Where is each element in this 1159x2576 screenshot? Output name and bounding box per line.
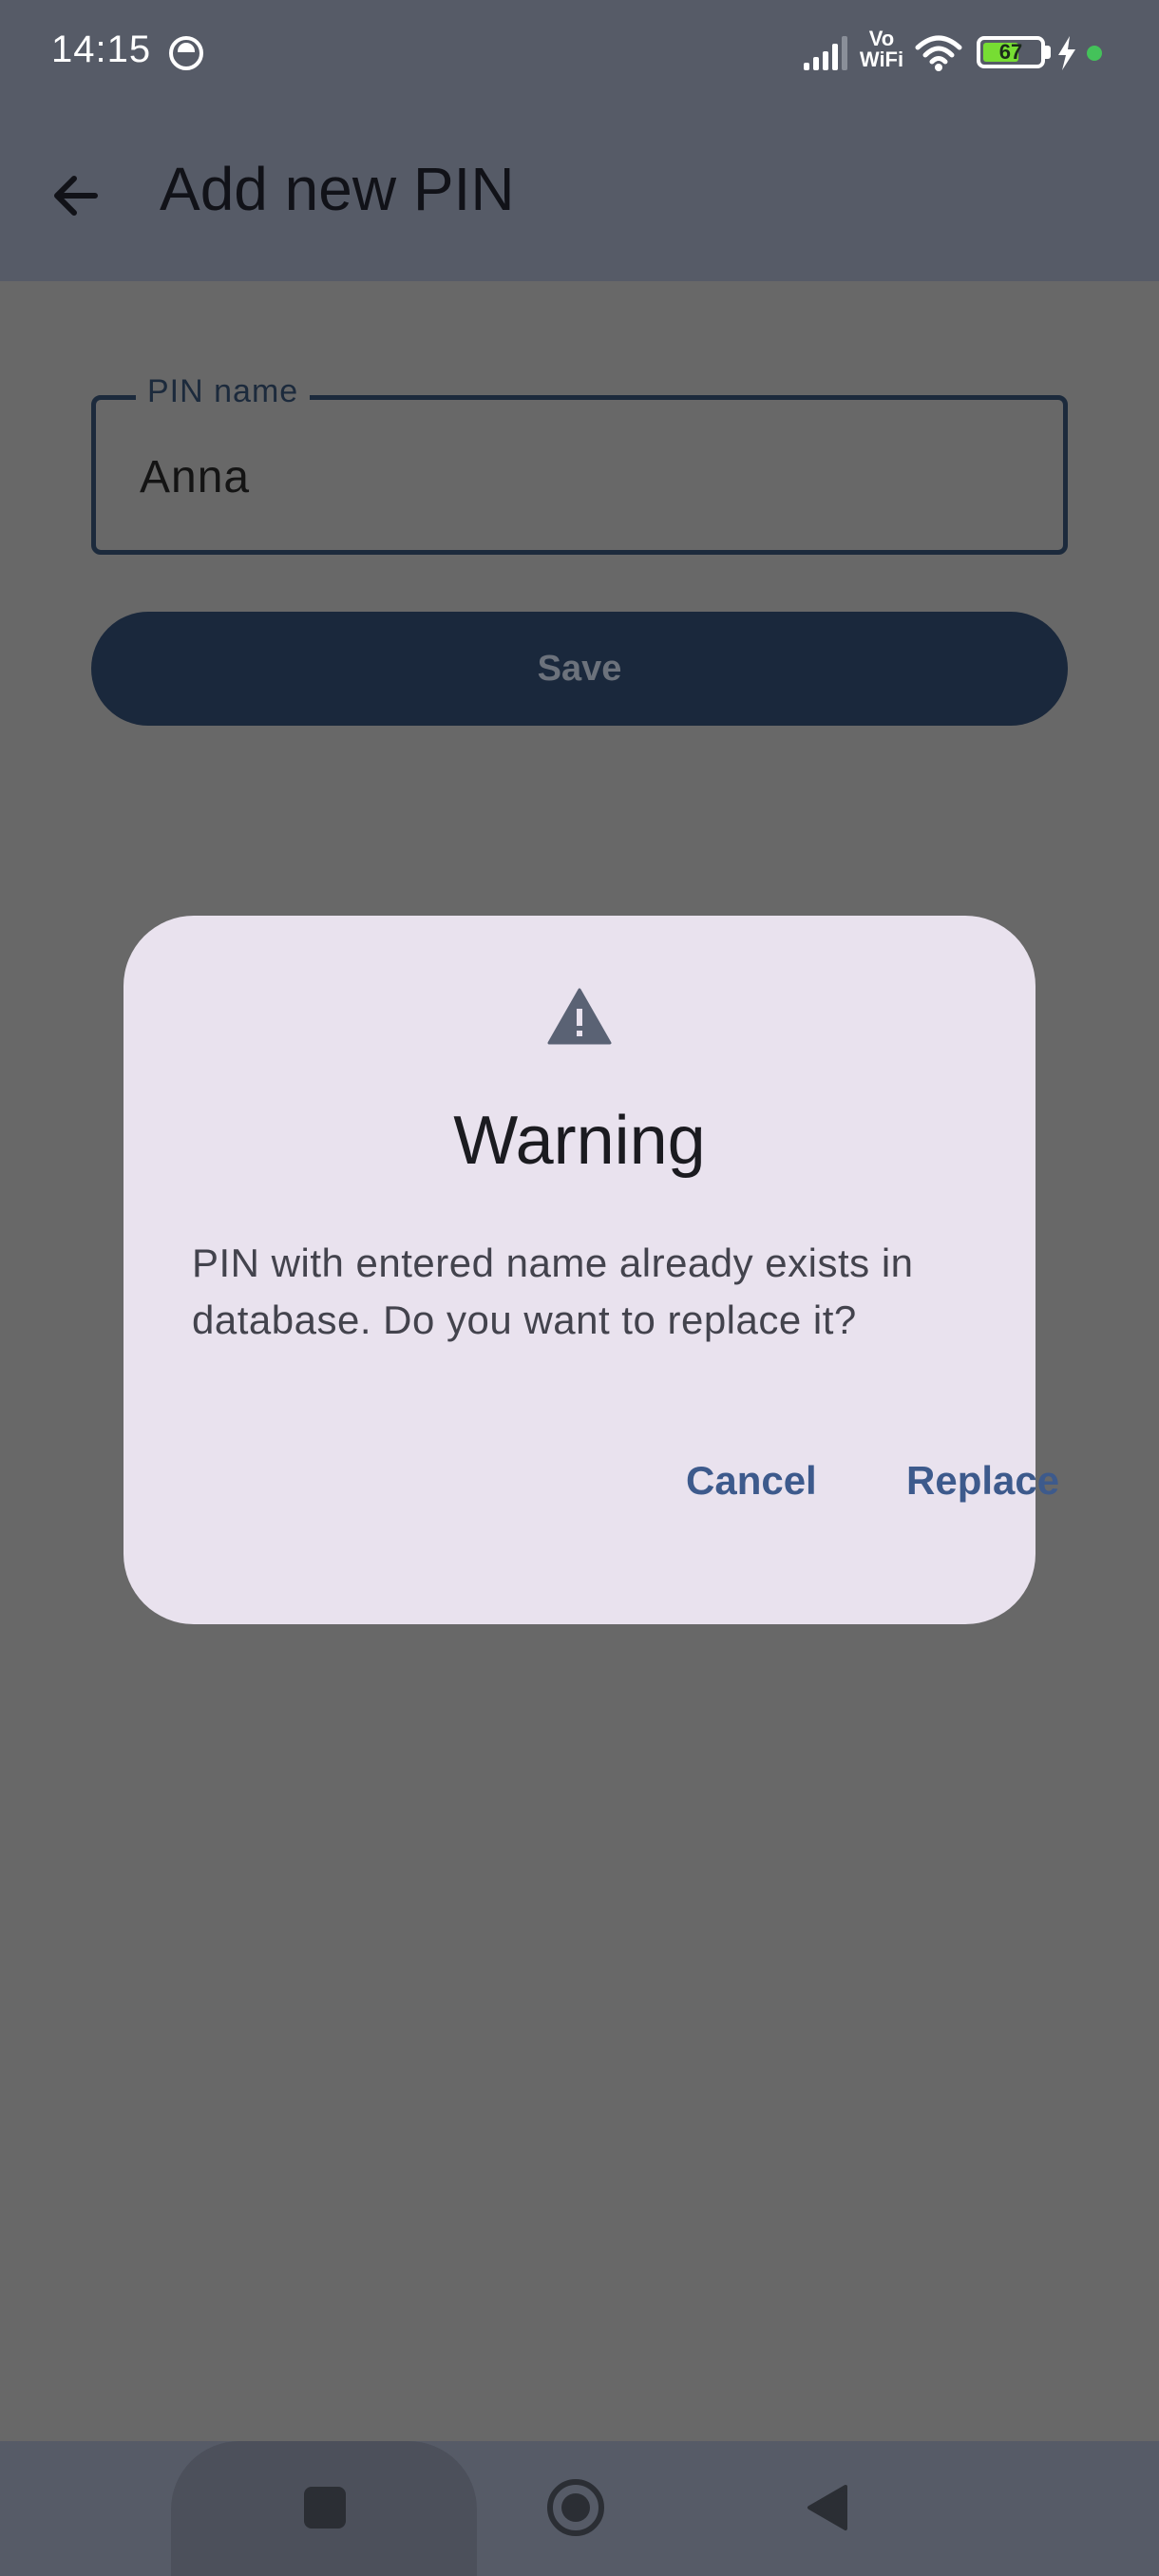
pin-name-value[interactable]: Anna [140,451,250,503]
page-title: Add new PIN [160,155,515,223]
signal-icon [804,36,847,70]
wifi-icon [915,35,962,71]
navigation-bar [0,2441,1159,2576]
app-bar: Add new PIN [0,106,1159,281]
recents-icon[interactable] [304,2487,346,2529]
warning-icon [547,988,612,1045]
battery-percent: 67 [998,40,1023,64]
dialog-message: PIN with entered name already exists in … [192,1241,914,1342]
battery-cap [1045,46,1051,59]
vowifi-icon: Vo WiFi [859,27,904,71]
home-icon[interactable] [547,2479,604,2536]
arrow-left-icon [54,176,98,216]
save-button[interactable]: Save [91,612,1068,726]
status-dot [1087,46,1102,61]
battery-icon: 67 [977,36,1045,68]
pin-name-label: PIN name [136,373,311,410]
back-icon[interactable] [804,2483,849,2532]
replace-button[interactable]: Replace [884,1448,1082,1514]
dialog-title: Warning [453,1103,706,1179]
face-icon [169,36,203,70]
charging-icon [1058,36,1075,70]
pin-name-field[interactable]: PIN name Anna [91,373,1068,555]
back-button[interactable] [42,158,118,234]
status-bar: 14:15 Vo WiFi 67 [0,0,1159,106]
status-time: 14:15 [51,28,152,70]
cancel-button[interactable]: Cancel [663,1448,840,1514]
warning-dialog: Warning PIN with entered name already ex… [124,916,1059,1624]
